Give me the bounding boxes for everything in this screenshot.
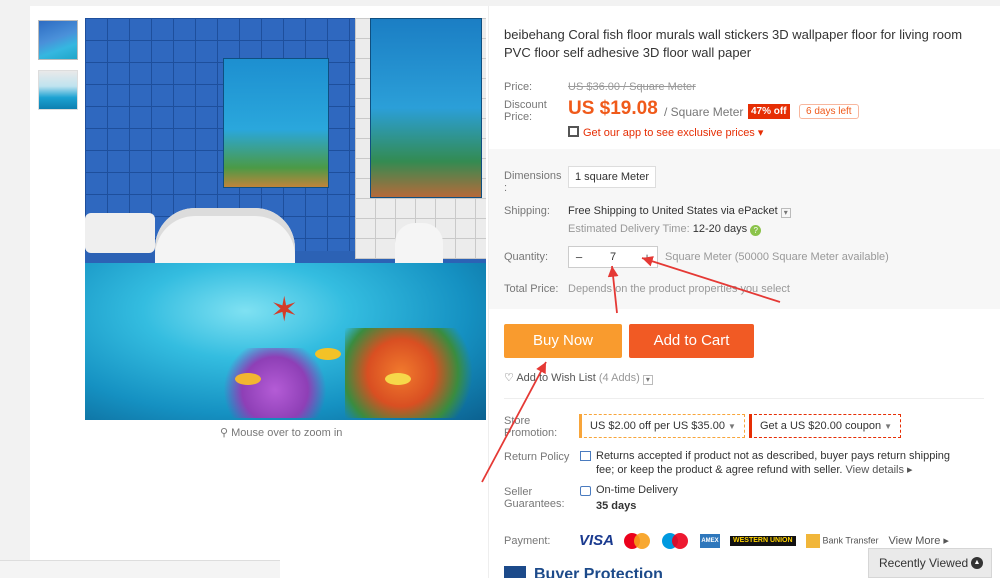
add-to-cart-button[interactable]: Add to Cart [629, 324, 754, 358]
buy-now-button[interactable]: Buy Now [504, 324, 622, 358]
wall-poster [370, 18, 482, 198]
seller-coupon[interactable]: Get a US $20.00 coupon ▼ [749, 414, 902, 438]
starfish-icon: ✶ [270, 291, 299, 329]
original-price: US $36.00 / Square Meter [568, 81, 696, 93]
fish-icon [315, 348, 341, 360]
delivery-guarantee-icon [580, 486, 591, 496]
shipping-label: Shipping: [504, 205, 550, 217]
product-title: beibehang Coral fish floor murals wall s… [504, 27, 963, 60]
caret-down-icon: ▾ [757, 127, 764, 139]
thumbnail-1[interactable] [38, 20, 78, 60]
discount-price-label: Discount Price: [504, 99, 547, 123]
zoom-hint: ⚲ Mouse over to zoom in [220, 427, 343, 439]
guarantee-on-time: On-time Delivery [596, 484, 678, 496]
help-icon[interactable]: ? [750, 225, 762, 236]
payment-methods: VISA AMEX WESTERN UNION Bank Transfer Vi… [579, 532, 949, 549]
chevron-down-icon[interactable]: ▾ [642, 375, 653, 385]
store-promotion-label: Store Promotion: [504, 415, 558, 439]
quantity-label: Quantity: [504, 251, 549, 263]
main-product-image[interactable]: ✶ [85, 18, 486, 420]
bank-transfer-logo: Bank Transfer [805, 533, 879, 548]
availability-text: Square Meter (50000 Square Meter availab… [665, 251, 889, 263]
price-unit: / Square Meter [664, 105, 744, 119]
total-price-label: Total Price: [504, 283, 559, 295]
total-price-note: Depends on the product properties you se… [568, 283, 790, 295]
return-policy-icon [580, 451, 591, 461]
thumbnail-list [38, 20, 78, 120]
bank-icon [805, 533, 820, 548]
return-policy-label: Return Policy [504, 451, 570, 463]
store-coupon[interactable]: US $2.00 off per US $35.00 ▼ [579, 414, 745, 438]
fish-icon [235, 373, 261, 385]
quantity-increase-button[interactable]: + [637, 250, 657, 265]
maestro-logo [662, 532, 690, 549]
app-promo-link[interactable]: Get our app to see exclusive prices ▾ [568, 126, 763, 139]
view-more-payment-link[interactable]: View More ▸ [889, 534, 949, 547]
discount-badge: 47% off [748, 104, 790, 119]
caret-down-icon: ▼ [727, 422, 736, 431]
seller-guarantees-label: Seller Guarantees: [504, 486, 565, 510]
fish-icon [385, 373, 411, 385]
days-left-badge: 6 days left [799, 104, 859, 119]
quantity-decrease-button[interactable]: − [569, 250, 589, 265]
shipping-dropdown-icon[interactable]: ▾ [780, 208, 791, 218]
recently-viewed-button[interactable]: Recently Viewed ▲ [868, 548, 992, 578]
mastercard-logo [624, 532, 652, 549]
shield-icon [504, 566, 526, 578]
payment-label: Payment: [504, 535, 551, 547]
visa-logo: VISA [579, 532, 615, 549]
guarantee-days: 35 days [596, 500, 637, 512]
buyer-protection-heading: Buyer Protection [504, 566, 663, 578]
view-details-link[interactable]: View details ▸ [846, 464, 913, 476]
dimensions-label: Dimensions : [504, 170, 562, 194]
qr-code-icon [568, 126, 579, 137]
western-union-logo: WESTERN UNION [730, 535, 796, 546]
amex-logo: AMEX [700, 533, 721, 548]
heart-icon: ♡ [504, 372, 514, 384]
quantity-stepper: − 7 + [568, 246, 658, 268]
delivery-estimate: Estimated Delivery Time: 12-20 days ? [568, 223, 762, 236]
quantity-input[interactable]: 7 [589, 251, 637, 263]
return-policy-text: Returns accepted if product not as descr… [596, 450, 951, 476]
chevron-up-icon: ▲ [971, 557, 983, 569]
thumbnail-2[interactable] [38, 70, 78, 110]
caret-down-icon: ▼ [884, 422, 893, 431]
product-page: ✶ ⚲ Mouse over to zoom in beibehang Cora… [30, 6, 1000, 578]
dimension-option[interactable]: 1 square Meter [568, 166, 656, 188]
price-label: Price: [504, 81, 533, 93]
shipping-info: Free Shipping to United States via ePack… [568, 205, 791, 218]
add-to-wish-list-link[interactable]: ♡ Add to Wish List (4 Adds) ▾ [504, 371, 653, 385]
wall-poster [223, 58, 329, 188]
current-price: US $19.08 [568, 98, 658, 119]
bottom-toolbar [0, 560, 280, 578]
product-info-panel: beibehang Coral fish floor murals wall s… [488, 6, 1000, 578]
